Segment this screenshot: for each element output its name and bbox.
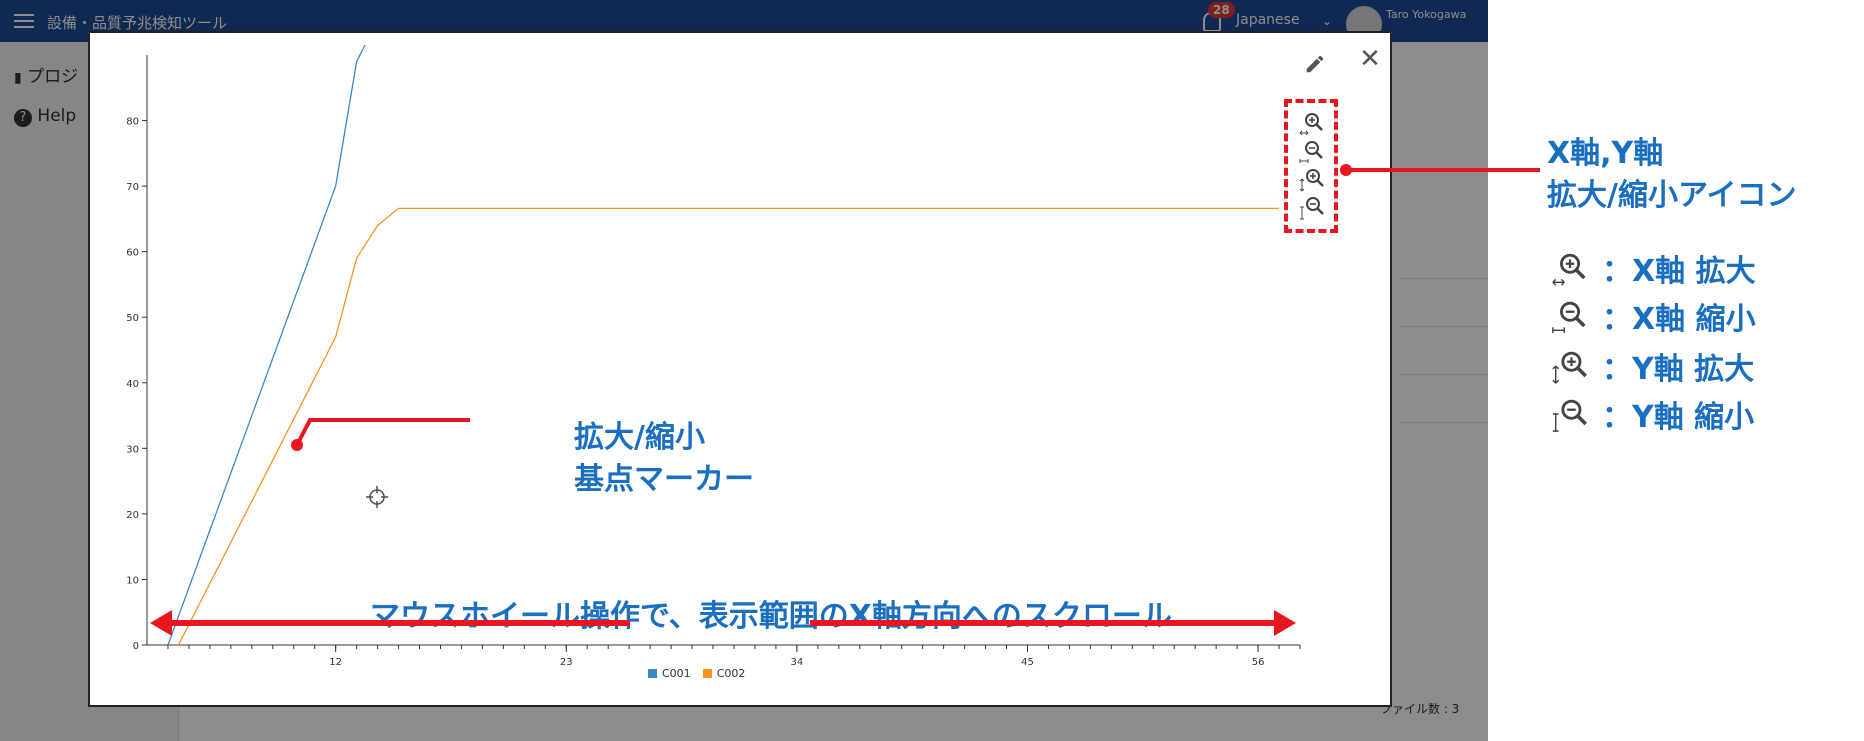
zoom-legend-label: ：Y軸 拡大 bbox=[1602, 352, 1755, 387]
zoom-legend-label: ：Y軸 縮小 bbox=[1602, 400, 1755, 435]
arrow-right-head bbox=[1274, 610, 1296, 636]
zoom-out-y-icon bbox=[1552, 399, 1587, 432]
zoom-out-x-icon bbox=[1552, 301, 1586, 334]
zoom-title-line2: 拡大/縮小アイコン bbox=[1547, 178, 1797, 213]
arrow-left-head bbox=[150, 610, 172, 636]
zoom-callout-dot bbox=[1340, 164, 1352, 176]
zoom-in-x-icon bbox=[1552, 253, 1586, 286]
zoom-legend-label: ：X軸 拡大 bbox=[1602, 254, 1756, 289]
marker-callout-line bbox=[295, 418, 470, 446]
zoom-title-line1: X軸,Y軸 bbox=[1547, 136, 1664, 171]
zoom-legend-row: ：X軸 縮小 bbox=[1550, 296, 1756, 337]
zoom-icons-title: X軸,Y軸 拡大/縮小アイコン bbox=[1547, 133, 1796, 217]
zoom-legend-row: ：Y軸 縮小 bbox=[1550, 394, 1755, 435]
zoom-legend-label: ：X軸 縮小 bbox=[1602, 302, 1756, 337]
zoom-legend-row: ：X軸 拡大 bbox=[1550, 248, 1756, 289]
marker-callout-dot bbox=[291, 439, 303, 451]
zoom-in-y-icon bbox=[1552, 351, 1587, 384]
zoom-legend-row: ：Y軸 拡大 bbox=[1550, 346, 1755, 387]
